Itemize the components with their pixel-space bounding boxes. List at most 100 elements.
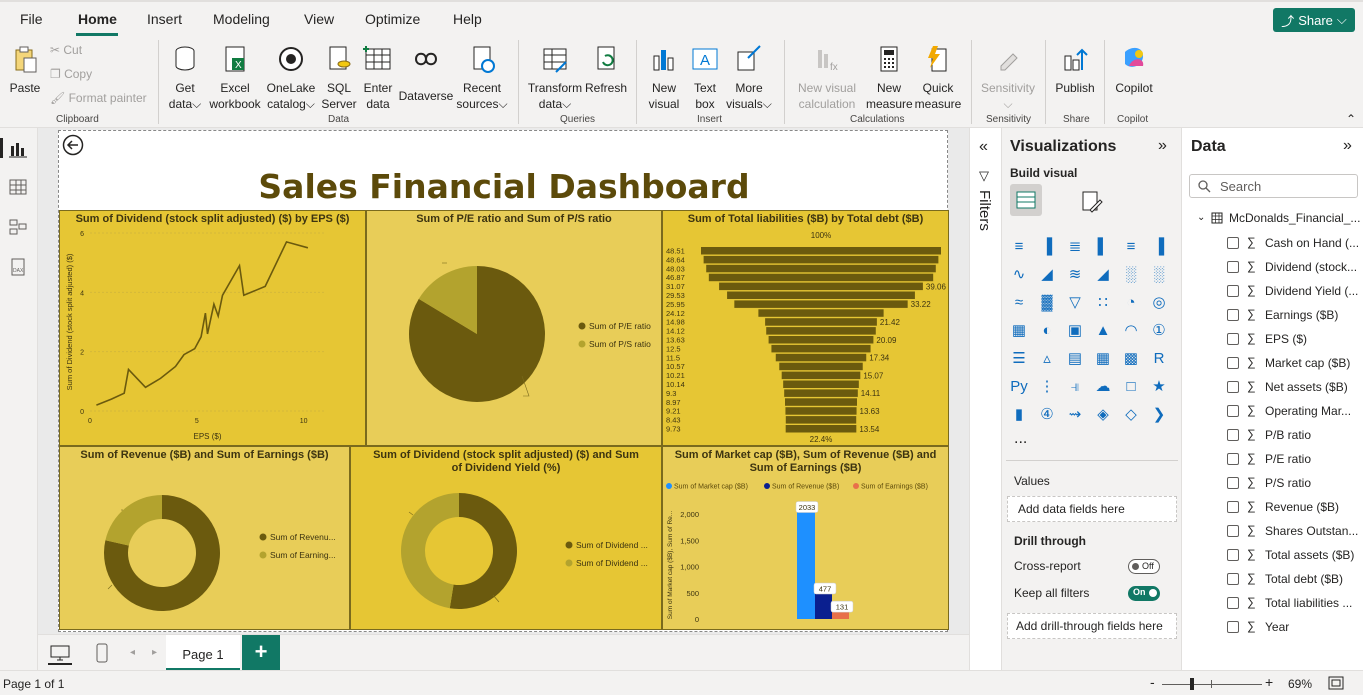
format-painter-button[interactable]: 🖌 Format painter — [50, 90, 155, 106]
donut-visual-icon[interactable]: ◎ — [1148, 292, 1170, 314]
arrow-visual-icon[interactable]: ❯ — [1148, 404, 1170, 426]
enter-data-button[interactable]: Enter data — [360, 44, 396, 112]
zoom-in-button[interactable]: + — [1265, 674, 1273, 690]
sql-server-button[interactable]: SQL Server — [320, 44, 358, 112]
menu-modeling[interactable]: Modeling — [213, 11, 270, 27]
line-stacked-visual-icon[interactable]: ░ — [1148, 264, 1170, 286]
values-drop-zone[interactable]: Add data fields here — [1007, 496, 1177, 522]
field-label[interactable]: Net assets ($B) — [1265, 380, 1348, 394]
share-button[interactable]: ⤴ Share ⌵ — [1273, 8, 1355, 32]
funnel-chart-tile[interactable]: Sum of Total liabilities ($B) by Total d… — [662, 210, 949, 446]
fit-to-page-icon[interactable] — [1328, 676, 1344, 690]
field-checkbox[interactable] — [1227, 381, 1239, 393]
field-label[interactable]: P/B ratio — [1265, 428, 1311, 442]
clustered-column-visual-icon[interactable]: ▌ — [1092, 236, 1114, 258]
qa-visual-icon[interactable]: ☁ — [1092, 376, 1114, 398]
table-visual-icon[interactable]: ▦ — [1092, 348, 1114, 370]
more-visuals-ellipsis[interactable]: ... — [1014, 430, 1027, 448]
kpi-visual-icon[interactable]: ▵ — [1036, 348, 1058, 370]
copy-button[interactable]: ❐ Copy — [50, 66, 150, 82]
model-view-icon[interactable] — [8, 218, 28, 236]
field-label[interactable]: Total assets ($B) — [1265, 548, 1354, 562]
onelake-catalog-button[interactable]: OneLake catalog⌵ — [264, 44, 318, 112]
clustered-bar-visual-icon[interactable]: ≣ — [1064, 236, 1086, 258]
dax-query-view-icon[interactable]: DAX — [8, 258, 28, 276]
card-visual-icon[interactable]: ① — [1148, 320, 1170, 342]
field-checkbox[interactable] — [1227, 597, 1239, 609]
r-script-visual-icon[interactable]: R — [1148, 348, 1170, 370]
goals-visual-icon[interactable]: ★ — [1148, 376, 1170, 398]
field-label[interactable]: P/S ratio — [1265, 476, 1311, 490]
field-checkbox[interactable] — [1227, 357, 1239, 369]
zoom-slider-thumb[interactable] — [1190, 678, 1194, 690]
collapse-icon[interactable]: » — [1343, 137, 1352, 155]
field-label[interactable]: Year — [1265, 620, 1289, 634]
field-label[interactable]: EPS ($) — [1265, 332, 1307, 346]
column-chart-tile[interactable]: Sum of Market cap ($B), Sum of Revenue (… — [662, 446, 949, 630]
treemap-visual-icon[interactable]: ▦ — [1008, 320, 1030, 342]
donut-chart-tile-revenue[interactable]: Sum of Revenue ($B) and Sum of Earnings … — [59, 446, 350, 630]
recent-sources-button[interactable]: Recent sources⌵ — [456, 44, 508, 112]
stacked-area-visual-icon[interactable]: ≋ — [1064, 264, 1086, 286]
field-checkbox[interactable] — [1227, 333, 1239, 345]
field-label[interactable]: Dividend Yield (... — [1265, 284, 1358, 298]
quick-measure-button[interactable]: Quick measure — [914, 44, 962, 112]
area-visual-icon[interactable]: ◢ — [1036, 264, 1058, 286]
data-table-name[interactable]: McDonalds_Financial_... — [1229, 211, 1360, 225]
azure-map-visual-icon[interactable]: ▲ — [1092, 320, 1114, 342]
drill-through-drop-zone[interactable]: Add drill-through fields here — [1007, 613, 1177, 639]
gauge-visual-icon[interactable]: ◠ — [1120, 320, 1142, 342]
new-visual-calculation-button[interactable]: fx New visual calculation — [792, 44, 862, 112]
line-column-visual-icon[interactable]: ░ — [1120, 264, 1142, 286]
filled-map-visual-icon[interactable]: ▣ — [1064, 320, 1086, 342]
paste-button[interactable]: Paste — [8, 44, 42, 96]
dataverse-button[interactable]: Dataverse — [398, 44, 454, 104]
menu-insert[interactable]: Insert — [147, 11, 182, 27]
field-label[interactable]: Cash on Hand (... — [1265, 236, 1359, 250]
python-visual-icon[interactable]: Py — [1008, 376, 1030, 398]
mobile-layout-icon[interactable] — [96, 643, 108, 663]
search-input[interactable]: Search — [1189, 174, 1358, 198]
field-checkbox[interactable] — [1227, 237, 1239, 249]
decomposition-visual-icon[interactable]: ⫣ — [1064, 376, 1086, 398]
publish-button[interactable]: Publish — [1052, 44, 1098, 96]
field-checkbox[interactable] — [1227, 261, 1239, 273]
field-checkbox[interactable] — [1227, 501, 1239, 513]
field-checkbox[interactable] — [1227, 453, 1239, 465]
field-label[interactable]: Revenue ($B) — [1265, 500, 1339, 514]
matrix-visual-icon[interactable]: ▩ — [1120, 348, 1142, 370]
add-page-button[interactable]: + — [242, 635, 280, 671]
filters-pane-collapsed[interactable]: « ▽ Filters — [969, 128, 1002, 670]
100-column-visual-icon[interactable]: ▐ — [1148, 236, 1170, 258]
sensitivity-button[interactable]: Sensitivity ⌵ — [978, 44, 1038, 112]
collapse-icon[interactable]: » — [1158, 137, 1167, 155]
new-measure-button[interactable]: New measure — [866, 44, 913, 112]
slicer-visual-icon[interactable]: ▤ — [1064, 348, 1086, 370]
build-visual-tab[interactable] — [1010, 184, 1042, 216]
copilot-button[interactable]: Copilot — [1110, 44, 1158, 96]
stacked-bar-visual-icon[interactable]: ≡ — [1008, 236, 1030, 258]
stacked-column-visual-icon[interactable]: ▐ — [1036, 236, 1058, 258]
field-checkbox[interactable] — [1227, 525, 1239, 537]
donut-chart-tile-dividend[interactable]: Sum of Dividend (stock split adjusted) (… — [350, 446, 662, 630]
field-checkbox[interactable] — [1227, 549, 1239, 561]
field-checkbox[interactable] — [1227, 405, 1239, 417]
keep-filters-toggle[interactable]: On — [1128, 586, 1160, 601]
menu-home[interactable]: Home — [78, 11, 117, 27]
pie-visual-icon[interactable]: ◔ — [1120, 292, 1142, 314]
transform-data-button[interactable]: Transform data⌵ — [526, 44, 584, 112]
cut-button[interactable]: ✂ Cut — [50, 42, 150, 58]
field-label[interactable]: Shares Outstan... — [1265, 524, 1358, 538]
excel-workbook-button[interactable]: X Excel workbook — [208, 44, 262, 112]
smart-visual-icon[interactable]: ◇ — [1120, 404, 1142, 426]
waterfall-visual-icon[interactable]: ▓ — [1036, 292, 1058, 314]
narrative-visual-icon[interactable]: □ — [1120, 376, 1142, 398]
format-visual-icon[interactable] — [1080, 190, 1104, 214]
field-label[interactable]: Operating Mar... — [1265, 404, 1351, 418]
field-label[interactable]: Total debt ($B) — [1265, 572, 1343, 586]
ribbon-collapse-icon[interactable]: ⌃ — [1346, 112, 1356, 126]
100-area-visual-icon[interactable]: ◢ — [1092, 264, 1114, 286]
field-checkbox[interactable] — [1227, 429, 1239, 441]
desktop-layout-icon[interactable] — [50, 645, 70, 661]
scroll-right-icon[interactable]: ▸ — [152, 647, 157, 658]
